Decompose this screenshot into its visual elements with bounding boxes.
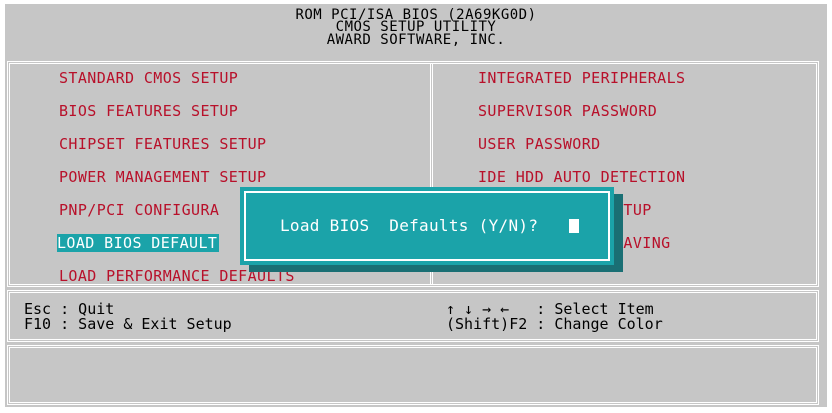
dialog-prompt: Load BIOS Defaults (Y/N)? bbox=[280, 216, 539, 235]
help-change-color: (Shift)F2 : Change Color bbox=[446, 315, 663, 333]
menu-item-bios-features-setup[interactable]: BIOS FEATURES SETUP bbox=[59, 102, 238, 120]
bios-header: ROM PCI/ISA BIOS (2A69KG0D) CMOS SETUP U… bbox=[5, 4, 827, 56]
help-select-item: ↑ ↓ → ← : Select Item bbox=[446, 300, 654, 318]
text-cursor[interactable] bbox=[569, 219, 579, 233]
vendor-name: AWARD SOFTWARE, INC. bbox=[326, 32, 506, 48]
menu-item-integrated-peripherals[interactable]: INTEGRATED PERIPHERALS bbox=[478, 69, 685, 87]
menu-item-power-management-setup[interactable]: POWER MANAGEMENT SETUP bbox=[59, 168, 266, 186]
menu-item-chipset-features-setup[interactable]: CHIPSET FEATURES SETUP bbox=[59, 135, 266, 153]
menu-item-user-password[interactable]: USER PASSWORD bbox=[478, 135, 601, 153]
menu-item-standard-cmos-setup[interactable]: STANDARD CMOS SETUP bbox=[59, 69, 238, 87]
help-f10-save-exit: F10 : Save & Exit Setup bbox=[24, 315, 232, 333]
help-esc-quit: Esc : Quit bbox=[24, 300, 115, 318]
load-defaults-dialog[interactable]: Load BIOS Defaults (Y/N)? bbox=[240, 187, 614, 265]
menu-item-pnp-pci-configuration[interactable]: PNP/PCI CONFIGURA bbox=[59, 201, 219, 219]
status-frame bbox=[7, 345, 819, 405]
bios-screen: ROM PCI/ISA BIOS (2A69KG0D) CMOS SETUP U… bbox=[5, 4, 827, 407]
menu-item-supervisor-password[interactable]: SUPERVISOR PASSWORD bbox=[478, 102, 657, 120]
menu-item-ide-hdd-auto-detection[interactable]: IDE HDD AUTO DETECTION bbox=[478, 168, 685, 186]
menu-item-load-bios-defaults[interactable]: LOAD BIOS DEFAULT bbox=[57, 234, 220, 252]
